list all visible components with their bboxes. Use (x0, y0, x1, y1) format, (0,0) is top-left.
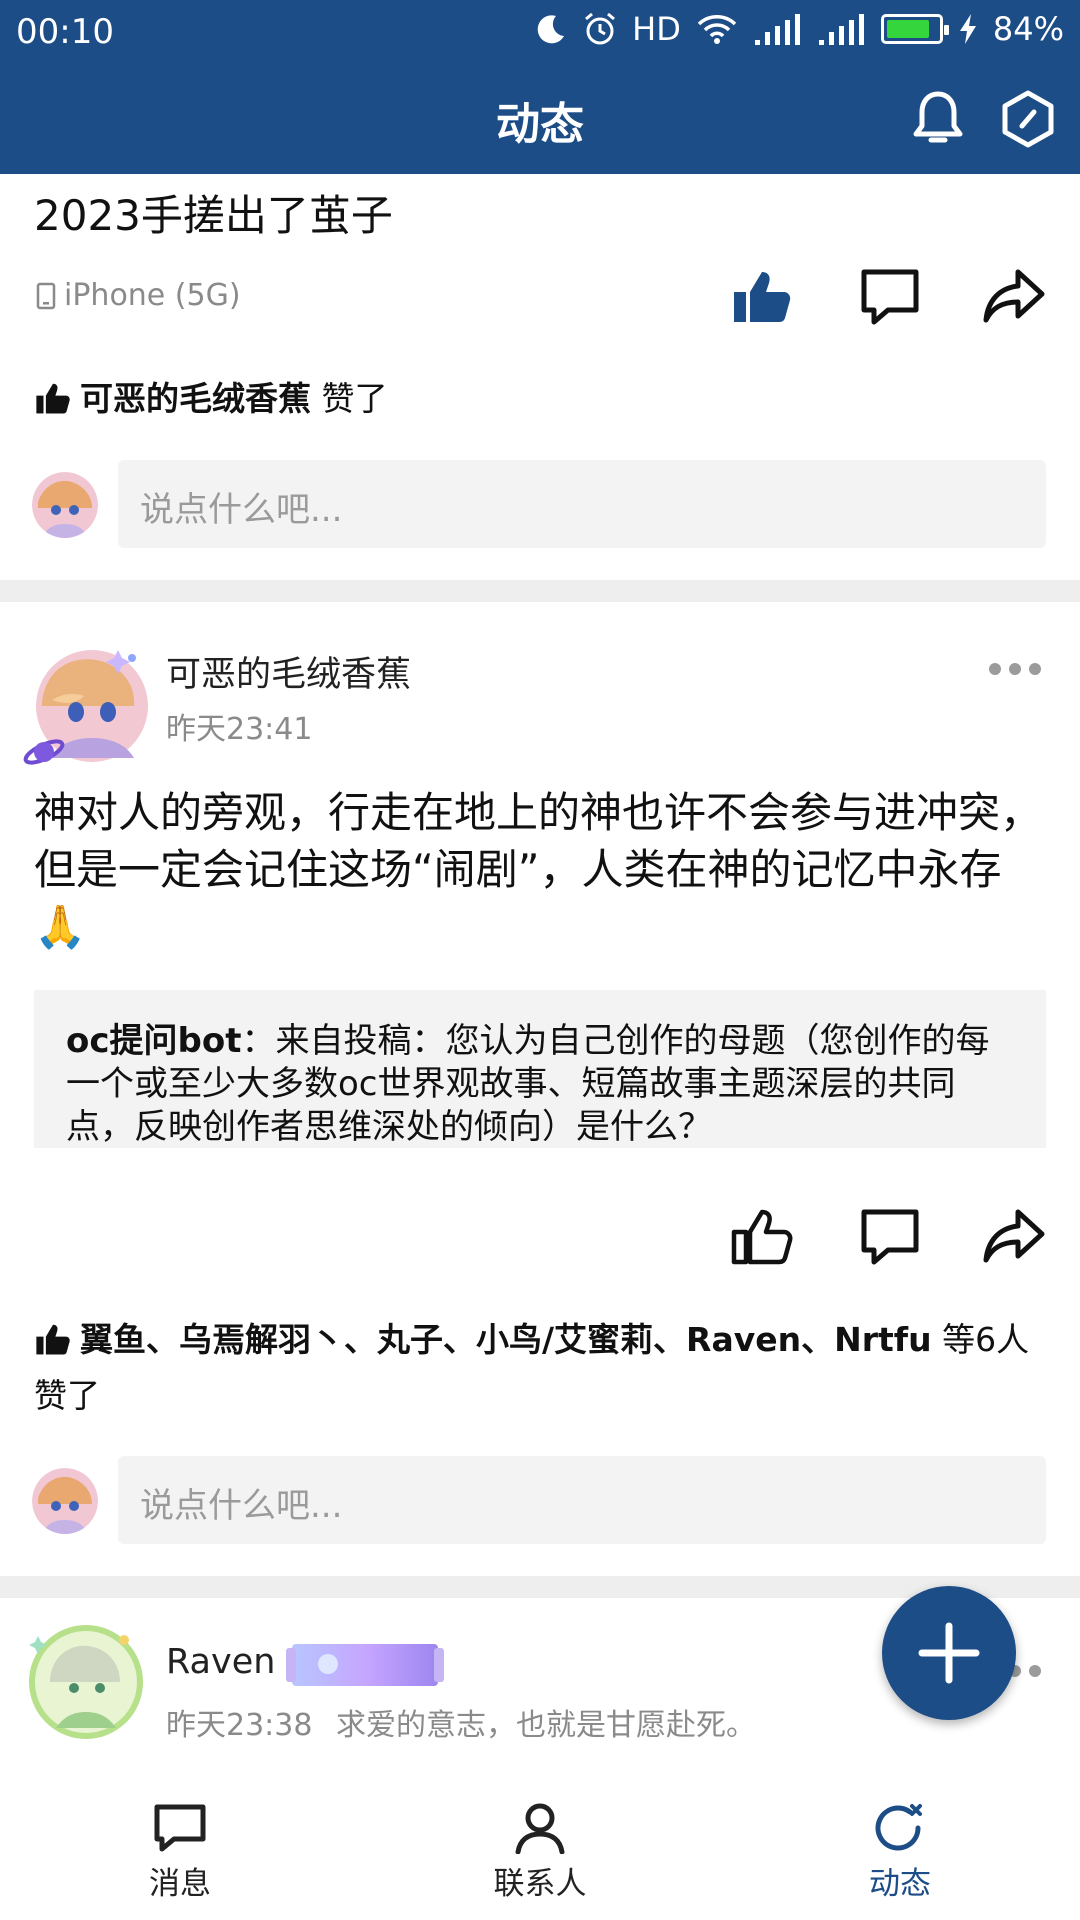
comment-icon[interactable] (858, 1206, 922, 1266)
quoted-question[interactable]: oc提问bot：来自投稿：您认为自己创作的母题（您创作的每一个或至少大多数oc世… (34, 990, 1046, 1148)
wifi-icon (697, 15, 737, 44)
contacts-icon (515, 1803, 565, 1854)
post-card: 2023手搓出了茧子 iPhone (5G) 可恶的毛绒香蕉 赞了 说点什么吧.… (0, 174, 1080, 580)
likes-suffix: 赞了 (311, 379, 388, 418)
post-time: 昨天23:38 (166, 1708, 313, 1743)
nav-label: 消息 (149, 1866, 211, 1902)
nav-label: 联系人 (493, 1866, 587, 1902)
author-avatar[interactable] (22, 640, 158, 776)
author-name[interactable]: 可恶的毛绒香蕉 (166, 646, 411, 697)
like-filled-icon[interactable] (730, 266, 794, 326)
alarm-icon (585, 12, 616, 45)
status-icons: HD 84% (534, 10, 1064, 48)
new-post-button[interactable] (882, 1586, 1016, 1720)
bottom-navigation: 消息 联系人 动态 (0, 1766, 1080, 1920)
author-avatar[interactable] (26, 1620, 146, 1740)
signal-icon (754, 14, 800, 45)
phone-icon (36, 282, 56, 309)
post-time: 昨天23:41 (166, 712, 313, 747)
author-signature: 求爱的意志，也就是甘愿赴死。 (336, 1708, 756, 1743)
post-text: 2023手搓出了茧子 (34, 191, 393, 240)
likes-summary: 翼鱼、乌焉解羽丶、丸子、小鸟/艾蜜莉、Raven、Nrtfu 等6人赞了 (34, 1312, 1046, 1424)
feed-refresh-icon (875, 1804, 922, 1851)
nav-contacts[interactable]: 联系人 (440, 1766, 640, 1903)
nav-feed[interactable]: 动态 (800, 1766, 1000, 1903)
like-icon[interactable] (730, 1206, 794, 1266)
avatar (32, 472, 98, 538)
divider (0, 580, 1080, 602)
likes-summary: 可恶的毛绒香蕉 赞了 (34, 372, 388, 420)
battery-percent: 84% (992, 10, 1064, 48)
charging-icon (959, 14, 976, 44)
quote-author: oc提问bot (66, 1021, 242, 1061)
comment-input[interactable]: 说点什么吧... (118, 460, 1046, 548)
badge-banner (286, 1644, 444, 1686)
more-options-icon[interactable] (988, 662, 1042, 676)
battery-icon (880, 14, 949, 44)
app-header: 00:10 HD 84% 动态 (0, 0, 1080, 174)
status-time: 00:10 (16, 12, 114, 52)
share-icon[interactable] (982, 1206, 1046, 1266)
moon-icon (537, 15, 565, 44)
likers-names[interactable]: 可恶的毛绒香蕉 (80, 379, 311, 418)
share-icon[interactable] (982, 266, 1046, 326)
comment-input[interactable]: 说点什么吧... (118, 1456, 1046, 1544)
signal-icon (818, 14, 864, 45)
network-type: HD (632, 10, 681, 48)
avatar (32, 1468, 98, 1534)
battery-level-fill (886, 20, 929, 38)
hexagon-settings-icon[interactable] (1000, 90, 1056, 148)
bell-icon[interactable] (910, 88, 966, 148)
plus-icon (918, 1622, 980, 1684)
device-label: iPhone (5G) (64, 278, 241, 313)
thumbs-up-icon (36, 1324, 70, 1355)
post-device: iPhone (5G) (36, 278, 241, 313)
post-text: 神对人的旁观，行走在地上的神也许不会参与进冲突，但是一定会记住这场“闹剧”，人类… (34, 788, 1043, 951)
nav-label: 动态 (869, 1866, 931, 1902)
comment-icon[interactable] (858, 266, 922, 326)
likers-names[interactable]: 翼鱼、乌焉解羽丶、丸子、小鸟/艾蜜莉、Raven、Nrtfu (80, 1320, 932, 1359)
thumbs-up-icon (36, 383, 70, 414)
author-name[interactable]: Raven (166, 1642, 275, 1682)
status-bar: 00:10 HD 84% (0, 0, 1080, 64)
feed-list[interactable]: 2023手搓出了茧子 iPhone (5G) 可恶的毛绒香蕉 赞了 说点什么吧.… (0, 174, 1080, 1766)
nav-messages[interactable]: 消息 (80, 1766, 280, 1903)
message-icon (154, 1804, 206, 1852)
